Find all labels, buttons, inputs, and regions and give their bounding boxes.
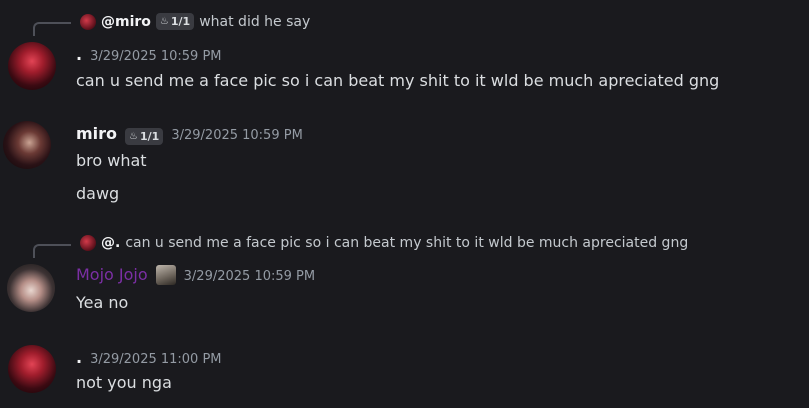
message-text: not you nga <box>76 373 172 392</box>
message-text: dawg <box>76 184 120 203</box>
role-badge: ♨ 1/1 <box>125 128 164 145</box>
reply-text[interactable]: can u send me a face pic so i can beat m… <box>125 235 688 251</box>
message-text: bro what <box>76 151 147 170</box>
message-header: . 3/29/2025 11:00 PM <box>76 348 222 367</box>
reply-text[interactable]: what did he say <box>199 14 310 30</box>
message-header: . 3/29/2025 10:59 PM <box>76 45 222 64</box>
avatar[interactable] <box>7 264 55 312</box>
reply-connector <box>33 22 71 36</box>
avatar[interactable] <box>8 345 56 393</box>
message-header: Mojo Jojo 3/29/2025 10:59 PM <box>76 265 315 285</box>
message-text: can u send me a face pic so i can beat m… <box>76 71 720 90</box>
role-icon <box>155 265 176 285</box>
avatar[interactable] <box>3 121 51 169</box>
username[interactable]: Mojo Jojo <box>76 265 148 284</box>
reply-preview[interactable]: @miro ♨ 1/1 what did he say <box>80 13 310 30</box>
reply-avatar <box>80 13 96 30</box>
username[interactable]: . <box>76 348 82 367</box>
username[interactable]: . <box>76 45 82 64</box>
reply-author[interactable]: @miro <box>101 14 151 30</box>
username[interactable]: miro <box>76 124 117 143</box>
flame-icon: ♨ <box>159 16 169 27</box>
timestamp: 3/29/2025 10:59 PM <box>90 49 222 64</box>
chat-messages: @miro ♨ 1/1 what did he say . 3/29/2025 … <box>0 0 809 408</box>
timestamp: 3/29/2025 11:00 PM <box>90 352 222 367</box>
avatar[interactable] <box>8 42 56 90</box>
message-header: miro ♨ 1/1 3/29/2025 10:59 PM <box>76 124 303 145</box>
reply-author[interactable]: @. <box>101 235 120 251</box>
flame-icon: ♨ <box>129 131 139 142</box>
message-text: Yea no <box>76 293 129 312</box>
reply-avatar <box>80 235 96 251</box>
role-badge: ♨ 1/1 <box>155 13 195 30</box>
timestamp: 3/29/2025 10:59 PM <box>171 128 303 143</box>
reply-preview[interactable]: @. can u send me a face pic so i can bea… <box>80 235 688 251</box>
reply-connector <box>33 244 71 258</box>
timestamp: 3/29/2025 10:59 PM <box>183 269 316 284</box>
